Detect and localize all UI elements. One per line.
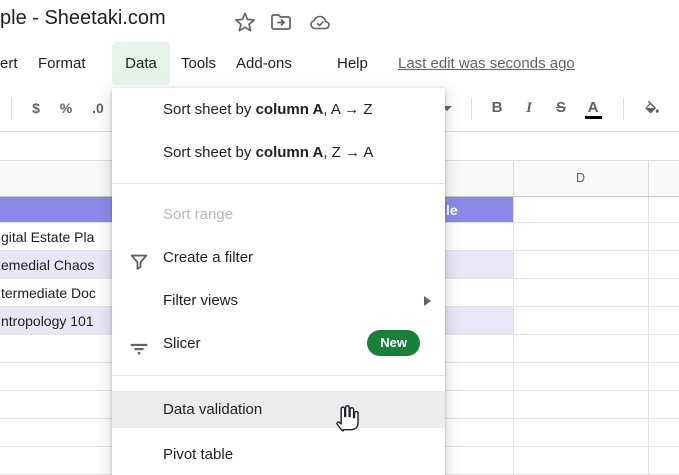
menu-item-label: Slicer <box>163 335 201 352</box>
toolbar-separator <box>623 98 624 120</box>
toolbar-separator <box>11 98 12 120</box>
menu-item-sort-range: Sort range <box>163 206 234 223</box>
menu-item-label: Sort sheet by <box>163 101 256 118</box>
menu-item-data-validation[interactable]: Data validation <box>112 391 445 428</box>
menu-item-slicer[interactable]: Slicer New <box>112 322 445 365</box>
menu-item-label: , A → Z <box>323 101 373 118</box>
menu-item-label: Filter views <box>163 292 239 309</box>
decrease-decimal-button[interactable]: .0 <box>85 85 111 131</box>
new-badge: New <box>367 330 420 356</box>
titlebar: ple - Sheetaki.com <box>0 0 679 42</box>
cell-text: emedial Chaos <box>1 257 95 273</box>
menu-item-create-filter[interactable]: Create a filter <box>112 236 445 279</box>
menu-tools[interactable]: Tools <box>181 42 216 85</box>
menu-item-label: , Z → A <box>323 144 374 161</box>
text-color-swatch <box>585 116 602 119</box>
column-separator <box>648 161 649 196</box>
app-window: ple - Sheetaki.com ert Format Data Tools… <box>0 0 679 475</box>
menu-item-label-bold: column A <box>255 101 324 118</box>
document-title[interactable]: ple - Sheetaki.com <box>0 7 166 30</box>
menu-item-pivot-table[interactable]: Pivot table <box>112 433 445 475</box>
menu-divider <box>112 375 445 376</box>
gridline-vertical <box>648 197 649 475</box>
header-cell-fragment: le <box>446 202 458 218</box>
move-folder-icon[interactable] <box>269 10 293 34</box>
menu-item-label-bold: column A <box>255 144 324 161</box>
format-percent-button[interactable]: % <box>55 85 77 131</box>
menu-item-sort-sheet-za[interactable]: Sort sheet by column A, Z → A <box>112 131 445 174</box>
menu-item-sort-sheet-az[interactable]: Sort sheet by column A, A → Z <box>112 88 445 131</box>
text-color-button[interactable]: A <box>582 85 604 131</box>
menubar: ert Format Data Tools Add-ons Help Last … <box>0 42 679 85</box>
menu-divider <box>112 183 445 184</box>
menu-item-label: Sort sheet by <box>163 144 256 161</box>
column-header-d[interactable]: D <box>513 161 648 196</box>
slicer-icon <box>128 333 150 355</box>
cursor-hand-icon <box>334 403 361 438</box>
toolbar-separator <box>471 98 472 120</box>
star-icon[interactable] <box>233 10 257 34</box>
menu-format[interactable]: Format <box>38 42 86 85</box>
filter-funnel-icon <box>128 247 150 270</box>
menu-item-label: Create a filter <box>163 249 254 266</box>
submenu-arrow-icon <box>424 296 431 306</box>
menu-help[interactable]: Help <box>337 42 368 85</box>
bold-button[interactable]: B <box>486 85 508 131</box>
format-currency-button[interactable]: $ <box>25 85 47 131</box>
data-menu-panel: Sort sheet by column A, A → Z Sort sheet… <box>112 88 445 475</box>
cell-text: termediate Doc <box>1 285 96 301</box>
cloud-check-icon[interactable] <box>308 10 332 34</box>
cell-text: ntropology 101 <box>1 313 94 329</box>
last-edit-link[interactable]: Last edit was seconds ago <box>398 42 575 85</box>
menu-data[interactable]: Data <box>112 42 170 85</box>
gridline-vertical <box>513 197 514 475</box>
cell-text: gital Estate Pla <box>1 229 95 245</box>
fill-color-button[interactable] <box>643 99 661 117</box>
menu-addons[interactable]: Add-ons <box>236 42 292 85</box>
menu-item-filter-views[interactable]: Filter views <box>112 279 445 322</box>
strikethrough-button[interactable]: S <box>550 85 572 131</box>
menu-insert-partial[interactable]: ert <box>0 42 18 85</box>
italic-button[interactable]: I <box>518 85 540 131</box>
